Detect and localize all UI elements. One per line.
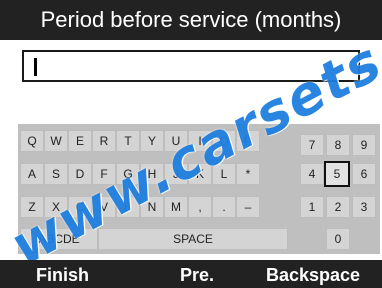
key-i[interactable]: I (188, 130, 212, 152)
key-1[interactable]: 1 (300, 196, 324, 218)
key-3[interactable]: 3 (352, 196, 376, 218)
key-asterisk[interactable]: * (236, 163, 260, 185)
key-2[interactable]: 2 (326, 196, 350, 218)
screen-title: Period before service (months) (40, 7, 342, 32)
key-n[interactable]: N (140, 196, 164, 218)
backspace-softkey[interactable]: Backspace (266, 260, 360, 288)
key-y[interactable]: Y (140, 130, 164, 152)
key-8[interactable]: 8 (326, 134, 350, 156)
key-9[interactable]: 9 (352, 134, 376, 156)
key-7[interactable]: 7 (300, 134, 324, 156)
key-o[interactable]: O (212, 130, 236, 152)
key-f[interactable]: F (92, 163, 116, 185)
text-caret (34, 58, 37, 76)
previous-softkey[interactable]: Pre. (180, 260, 214, 288)
key-z[interactable]: Z (20, 196, 44, 218)
key-m[interactable]: M (164, 196, 188, 218)
key-c[interactable]: C (68, 196, 92, 218)
key-t[interactable]: T (116, 130, 140, 152)
title-bar: Period before service (months) (0, 0, 382, 40)
months-input-field[interactable] (22, 50, 360, 82)
key-j[interactable]: J (164, 163, 188, 185)
key-dash[interactable]: – (236, 196, 260, 218)
key-a[interactable]: A (20, 163, 44, 185)
key-x[interactable]: X (44, 196, 68, 218)
key-q[interactable]: Q (20, 130, 44, 152)
key-k[interactable]: K (188, 163, 212, 185)
key-4[interactable]: 4 (300, 163, 324, 185)
on-screen-keyboard: Q W E R T Y U I O P A S D F G H J K L * … (18, 124, 380, 254)
key-0[interactable]: 0 (326, 228, 350, 250)
key-r[interactable]: R (92, 130, 116, 152)
key-u[interactable]: U (164, 130, 188, 152)
key-s[interactable]: S (44, 163, 68, 185)
softkey-bar: Finish Pre. Backspace (0, 260, 382, 288)
key-5[interactable]: 5 (324, 161, 350, 187)
space-key[interactable]: SPACE (98, 228, 288, 250)
key-6[interactable]: 6 (352, 163, 376, 185)
key-comma[interactable]: , (188, 196, 212, 218)
key-g[interactable]: G (116, 163, 140, 185)
key-b[interactable]: B (116, 196, 140, 218)
mode-switch-key[interactable]: ABCDE (20, 228, 98, 250)
key-h[interactable]: H (140, 163, 164, 185)
finish-softkey[interactable]: Finish (36, 260, 89, 288)
key-v[interactable]: V (92, 196, 116, 218)
key-w[interactable]: W (44, 130, 68, 152)
key-l[interactable]: L (212, 163, 236, 185)
key-period[interactable]: . (212, 196, 236, 218)
key-p[interactable]: P (236, 130, 260, 152)
key-d[interactable]: D (68, 163, 92, 185)
key-e[interactable]: E (68, 130, 92, 152)
